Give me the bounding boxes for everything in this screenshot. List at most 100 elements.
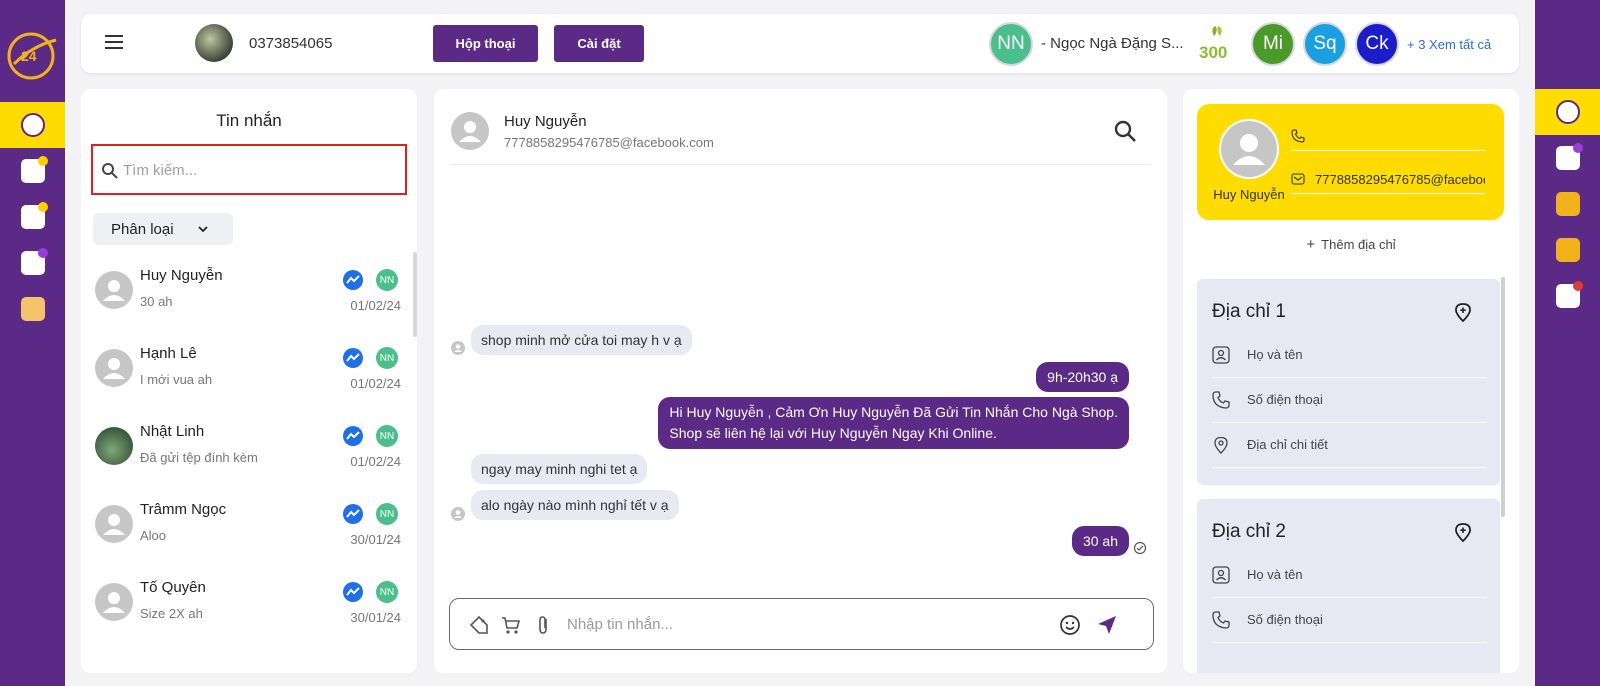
send-icon[interactable]	[1096, 614, 1118, 636]
default-avatar-icon	[95, 583, 133, 621]
default-avatar-icon	[95, 349, 133, 387]
rail-inbox-button[interactable]	[0, 194, 65, 240]
messenger-icon	[343, 426, 363, 446]
filter-dropdown-button[interactable]: Phân loại	[93, 213, 233, 245]
logo-300-text: 300	[1199, 43, 1227, 62]
default-avatar-icon	[95, 271, 133, 309]
conversation-list-scrollbar[interactable]	[413, 252, 417, 337]
address-detail-label: Địa chỉ chi tiết	[1247, 437, 1328, 452]
conversation-name: Nhật Linh	[140, 423, 205, 440]
outgoing-message: 30 ah	[1071, 526, 1129, 556]
sender-avatar-icon	[451, 341, 465, 355]
conversation-name: Hạnh Lê	[140, 345, 197, 362]
conversation-name: Tố Quyên	[140, 579, 206, 596]
filter-label: Phân loại	[111, 220, 174, 238]
assignee-badge: NN	[376, 581, 398, 603]
customer-phone-field[interactable]	[1291, 123, 1485, 151]
outgoing-message-line: Shop sẽ liên hệ lại với Huy Nguyễn Ngay …	[669, 425, 997, 441]
rail-notes-button[interactable]	[0, 286, 65, 332]
page-badge-sq[interactable]: Sq	[1303, 22, 1347, 66]
address-phone-field[interactable]: Số điện thoại	[1212, 378, 1487, 423]
attachment-icon[interactable]	[532, 614, 554, 636]
emoji-icon[interactable]	[1059, 614, 1081, 636]
conversation-item[interactable]: Nhật Linh Đã gửi tệp đính kèm NN 01/02/2…	[81, 411, 411, 489]
cart-icon[interactable]	[500, 614, 522, 636]
page-avatar[interactable]: NN	[989, 22, 1033, 66]
conversation-search-input[interactable]	[123, 158, 393, 182]
outgoing-message-line: Hi Huy Nguyễn , Cảm Ơn Huy Nguyễn Đã Gửi…	[669, 404, 1118, 420]
email-icon	[1291, 173, 1305, 185]
rail-mail-button[interactable]	[0, 148, 65, 194]
app-logo-icon: 24	[7, 32, 57, 80]
address-phone-label: Số điện thoại	[1247, 392, 1323, 407]
conversation-item[interactable]: Hạnh Lê I mới vua ah NN 01/02/24	[81, 333, 411, 411]
tag-icon[interactable]	[468, 614, 490, 636]
user-icon	[1555, 100, 1580, 124]
address-name-field[interactable]: Họ và tên	[1212, 333, 1487, 378]
customer-email-value: 7778858295476785@facebook.com	[1315, 172, 1485, 187]
rail-add-order-button[interactable]	[1535, 135, 1600, 181]
settings-button[interactable]: Cài đặt	[554, 25, 644, 62]
add-address-button[interactable]: + Thêm địa chỉ	[1183, 236, 1519, 253]
sender-avatar-icon	[451, 507, 465, 521]
message-composer	[449, 598, 1154, 650]
svg-text:24: 24	[21, 48, 37, 64]
rail-report-button[interactable]	[1535, 273, 1600, 319]
search-icon[interactable]	[1113, 119, 1137, 143]
clipboard-list-icon	[1555, 238, 1580, 262]
page-name[interactable]: - Ngọc Ngà Đặng S...	[1041, 35, 1184, 52]
add-order-icon	[1555, 143, 1583, 170]
conversation-name: Huy Nguyễn	[140, 267, 223, 284]
chat-header-divider	[451, 164, 1151, 165]
rail-clipboard-list-button[interactable]	[1535, 227, 1600, 273]
customer-email-field[interactable]: 7778858295476785@facebook.com	[1291, 166, 1485, 194]
conversation-search-box[interactable]	[91, 144, 407, 195]
customer-panel-scrollbar[interactable]	[1501, 277, 1505, 517]
conversation-item[interactable]: Tố Quyên Size 2X ah NN 30/01/24	[81, 567, 411, 645]
notes-icon	[20, 297, 45, 321]
page-logo-300[interactable]: 300	[1198, 24, 1238, 64]
address-phone-field[interactable]: Số điện thoại	[1212, 598, 1487, 643]
conversations-button[interactable]: Hộp thoại	[433, 25, 538, 62]
hamburger-menu-icon[interactable]	[105, 35, 123, 49]
page-badge-mi[interactable]: Mi	[1251, 22, 1295, 66]
outgoing-message: Hi Huy Nguyễn , Cảm Ơn Huy Nguyễn Đã Gửi…	[658, 397, 1129, 449]
conversation-preview: Aloo	[140, 528, 167, 543]
rail-bag-button[interactable]	[0, 240, 65, 286]
conversation-preview: I mới vua ah	[140, 372, 213, 387]
messenger-icon	[343, 504, 363, 524]
address-detail-field[interactable]: Địa chỉ chi tiết	[1212, 423, 1487, 468]
clipboard-icon	[1555, 192, 1580, 216]
plus-icon: +	[1306, 236, 1316, 253]
rail-customer-button[interactable]	[1535, 89, 1600, 135]
conversation-date: 01/02/24	[350, 454, 401, 469]
address-title: Địa chỉ 1	[1212, 301, 1286, 322]
page-badge-ck[interactable]: Ck	[1355, 22, 1399, 66]
conversation-date: 30/01/24	[350, 610, 401, 625]
customer-info-panel: Huy Nguyễn 7778858295476785@facebook.com…	[1183, 89, 1519, 673]
assignee-badge: NN	[376, 269, 398, 291]
address-name-field[interactable]: Họ và tên	[1212, 553, 1487, 598]
add-location-icon[interactable]	[1452, 521, 1474, 543]
report-icon	[1555, 281, 1583, 308]
rail-messages-button[interactable]	[0, 102, 65, 148]
rail-clipboard-button[interactable]	[1535, 181, 1600, 227]
conversation-item[interactable]: Trâmm Ngọc Aloo NN 30/01/24	[81, 489, 411, 567]
phone-icon	[1212, 391, 1230, 409]
conversation-preview: Đã gửi tệp đính kèm	[140, 450, 258, 465]
default-avatar-icon	[1219, 119, 1279, 179]
default-avatar-icon	[95, 505, 133, 543]
conversation-list-title: Tin nhắn	[216, 111, 282, 130]
shopping-bag-icon	[20, 248, 48, 275]
contact-card-icon	[1212, 346, 1230, 364]
add-address-label: Thêm địa chỉ	[1321, 237, 1396, 252]
phone-icon	[1291, 129, 1305, 143]
see-all-pages-link[interactable]: + 3 Xem tất cả	[1407, 37, 1491, 52]
conversation-list-panel: Tin nhắn Phân loại Huy Nguyễn 30 ah NN 0…	[81, 89, 417, 673]
add-location-icon[interactable]	[1452, 301, 1474, 323]
conversation-date: 01/02/24	[350, 298, 401, 313]
account-avatar[interactable]	[195, 24, 233, 62]
chat-bubble-icon	[20, 113, 45, 137]
conversation-item[interactable]: Huy Nguyễn 30 ah NN 01/02/24	[81, 255, 411, 333]
message-input[interactable]	[567, 612, 1047, 636]
